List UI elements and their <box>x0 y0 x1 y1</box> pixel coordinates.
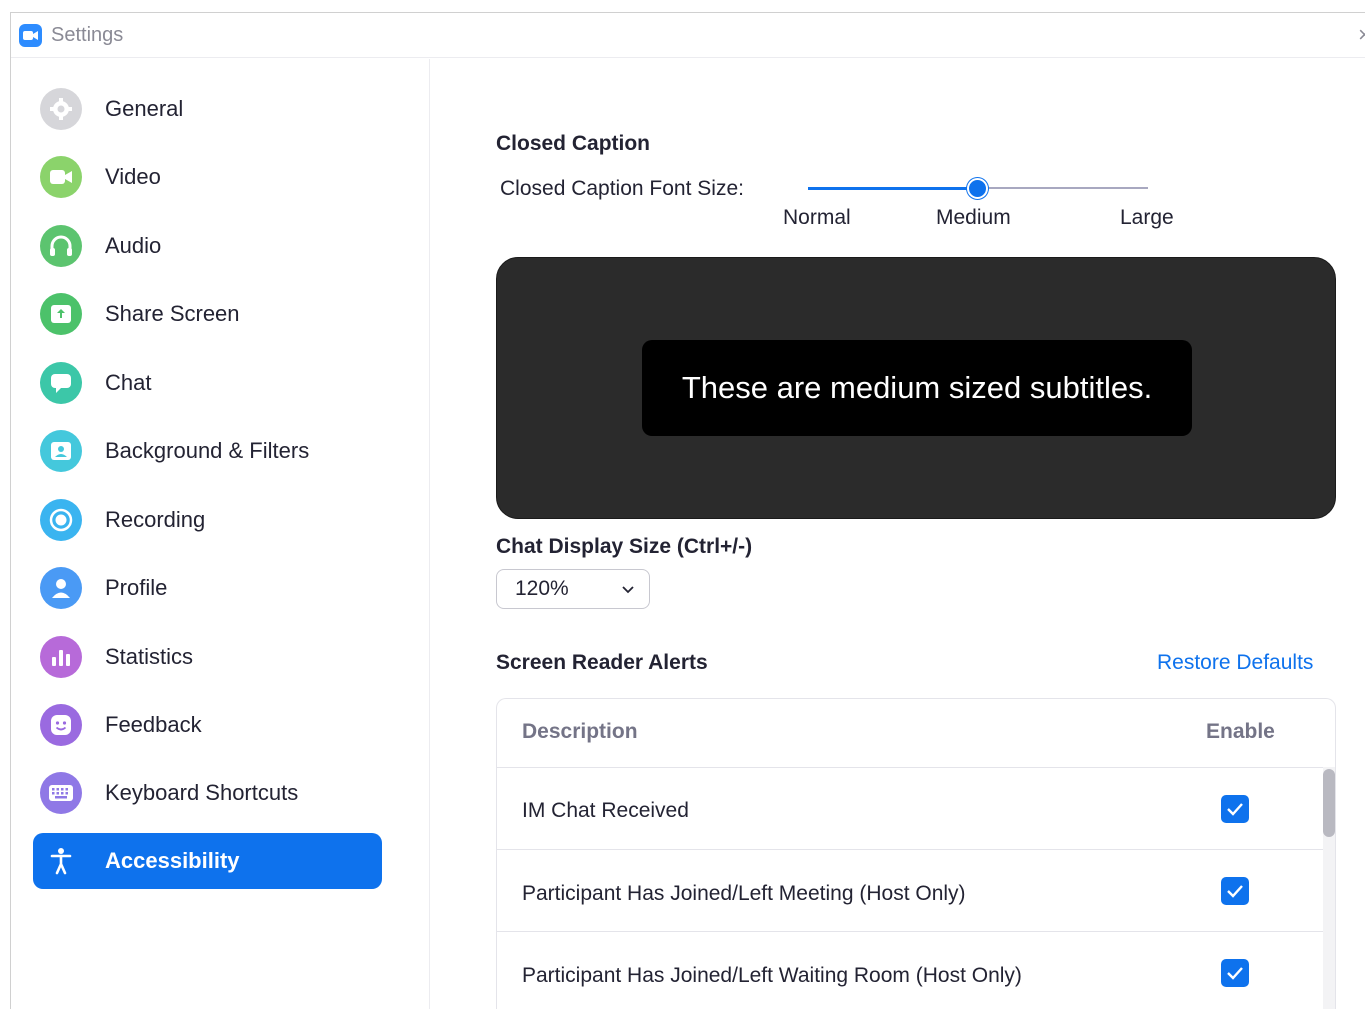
slider-option-large[interactable]: Large <box>1120 206 1174 230</box>
window-title: Settings <box>51 24 124 46</box>
restore-defaults-link[interactable]: Restore Defaults <box>1157 651 1313 675</box>
alert-description: Participant Has Joined/Left Meeting (Hos… <box>522 882 966 905</box>
sidebar-item-keyboard-shortcuts[interactable]: Keyboard Shortcuts <box>33 765 382 821</box>
profile-icon <box>40 567 82 609</box>
sidebar-item-label: Feedback <box>105 712 202 737</box>
slider-track-filled <box>808 187 976 190</box>
caption-preview: These are medium sized subtitles. <box>496 257 1336 519</box>
sidebar-item-label: Background & Filters <box>105 438 310 463</box>
caption-font-size-label: Closed Caption Font Size: <box>500 177 744 200</box>
slider-option-normal[interactable]: Normal <box>783 206 851 230</box>
sidebar-item-label: Profile <box>105 575 168 600</box>
background-portrait-icon <box>40 430 82 472</box>
header-divider <box>497 767 1335 768</box>
table-scrollbar-thumb[interactable] <box>1323 769 1335 837</box>
chat-display-size-heading: Chat Display Size (Ctrl+/-) <box>496 535 753 558</box>
sidebar-item-label: Share Screen <box>105 301 240 326</box>
sidebar-item-label: Recording <box>105 507 206 532</box>
alert-enable-checkbox[interactable] <box>1221 877 1249 905</box>
keyboard-icon <box>40 772 82 814</box>
screen-reader-alerts-heading: Screen Reader Alerts <box>496 651 708 674</box>
sidebar-item-label: Keyboard Shortcuts <box>105 780 299 805</box>
title-bar: Settings × <box>11 13 1365 58</box>
sidebar-item-label: General <box>105 96 184 121</box>
smiley-icon <box>40 704 82 746</box>
alert-enable-checkbox[interactable] <box>1221 795 1249 823</box>
accessibility-panel: Closed Caption Closed Caption Font Size:… <box>431 59 1365 1009</box>
sidebar-item-statistics[interactable]: Statistics <box>33 629 382 685</box>
zoom-app-icon <box>19 24 42 47</box>
sidebar-item-accessibility[interactable]: Accessibility <box>33 833 382 889</box>
sidebar-item-profile[interactable]: Profile <box>33 560 382 616</box>
accessibility-icon <box>40 840 82 882</box>
gear-icon <box>40 88 82 130</box>
alert-enable-checkbox[interactable] <box>1221 959 1249 987</box>
settings-window: Settings × General Video Audio Sha <box>10 12 1365 1009</box>
closed-caption-heading: Closed Caption <box>496 132 651 155</box>
video-camera-icon <box>40 156 82 198</box>
sidebar-item-label: Chat <box>105 370 152 395</box>
sidebar-item-recording[interactable]: Recording <box>33 492 382 548</box>
sidebar-item-audio[interactable]: Audio <box>33 218 382 274</box>
alert-description: Participant Has Joined/Left Waiting Room… <box>522 964 1022 987</box>
row-divider <box>497 931 1323 932</box>
sidebar-item-label: Video <box>105 164 161 189</box>
slider-thumb[interactable] <box>967 178 988 199</box>
share-screen-icon <box>40 293 82 335</box>
sidebar-item-share-screen[interactable]: Share Screen <box>33 286 382 342</box>
chat-display-size-select[interactable]: 120% <box>496 569 650 609</box>
sidebar-item-label: Statistics <box>105 644 194 669</box>
subtitle-preview-box: These are medium sized subtitles. <box>642 340 1192 436</box>
screen-reader-alerts-table: Description Enable IM Chat Received Part… <box>496 698 1336 1009</box>
chevron-down-icon <box>621 582 635 601</box>
sidebar-item-chat[interactable]: Chat <box>33 355 382 411</box>
column-header-description: Description <box>522 720 638 743</box>
statistics-bars-icon <box>40 636 82 678</box>
sidebar-item-video[interactable]: Video <box>33 149 382 205</box>
chat-display-size-value: 120% <box>515 577 569 600</box>
slider-track-empty <box>976 187 1148 189</box>
sidebar-item-general[interactable]: General <box>33 81 382 137</box>
headphones-icon <box>40 225 82 267</box>
sidebar-item-background-filters[interactable]: Background & Filters <box>33 423 382 479</box>
subtitle-preview-text: These are medium sized subtitles. <box>681 370 1153 405</box>
alert-description: IM Chat Received <box>522 799 689 822</box>
sidebar-item-feedback[interactable]: Feedback <box>33 697 382 753</box>
chat-bubble-icon <box>40 362 82 404</box>
sidebar-item-label: Accessibility <box>105 848 240 873</box>
slider-option-medium[interactable]: Medium <box>936 206 1011 230</box>
record-icon <box>40 499 82 541</box>
close-icon[interactable]: × <box>1358 22 1365 48</box>
settings-sidebar: General Video Audio Share Screen Chat Ba… <box>11 59 430 1009</box>
row-divider <box>497 849 1323 850</box>
column-header-enable: Enable <box>1206 720 1275 743</box>
sidebar-item-label: Audio <box>105 233 162 258</box>
